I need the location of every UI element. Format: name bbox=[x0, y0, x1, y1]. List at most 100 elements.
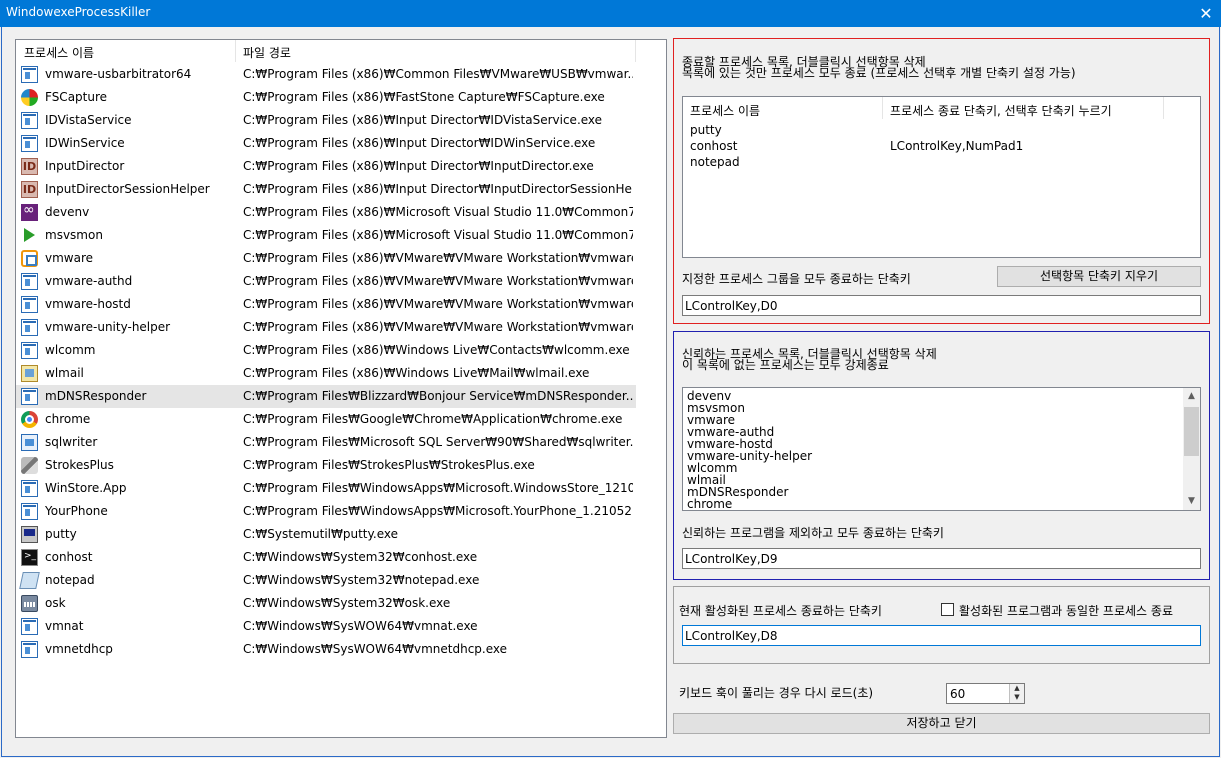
scroll-up-icon[interactable]: ▲ bbox=[1183, 388, 1200, 405]
table-row[interactable]: IDVistaService C:₩Program Files (x86)₩Inp… bbox=[16, 109, 636, 132]
process-name: vmware bbox=[45, 251, 94, 265]
table-row[interactable]: vmware-usbarbitrator64 C:₩Program Files (… bbox=[16, 63, 636, 86]
table-row[interactable]: sqlwriter C:₩Program Files₩Microsoft SQL … bbox=[16, 431, 636, 454]
process-name: vmware-unity-helper bbox=[45, 320, 171, 334]
trusted-process-list[interactable]: devenv msvsmon vmware vmware-authd vmware-ho… bbox=[682, 387, 1201, 511]
table-row[interactable]: ID InputDirectorSessionHelper C:₩Program F… bbox=[16, 178, 636, 201]
table-row[interactable]: mDNSResponder C:₩Program Files₩Blizzard₩B… bbox=[16, 385, 636, 408]
column-header-process-name[interactable]: 프로세스 이름 bbox=[690, 102, 760, 119]
table-row[interactable]: vmnetdhcp C:₩Windows₩SysWOW64₩vmnetdhcp.e… bbox=[16, 638, 636, 661]
process-name: wlmail bbox=[45, 366, 84, 380]
process-path: C:₩Windows₩System32₩notepad.exe bbox=[243, 573, 480, 587]
clear-hotkey-button[interactable]: 선택항목 단축키 지우기 bbox=[997, 266, 1201, 287]
spin-down-icon[interactable]: ▼ bbox=[1010, 693, 1024, 702]
kill-process-list[interactable]: 프로세스 이름 프로세스 종료 단축키, 선택후 단축키 누르기 putty c… bbox=[682, 96, 1201, 258]
process-name: conhost bbox=[45, 550, 93, 564]
window-app-icon bbox=[21, 618, 38, 635]
column-divider[interactable] bbox=[235, 40, 236, 62]
table-row[interactable]: notepad C:₩Windows₩System32₩notepad.exe bbox=[16, 569, 636, 592]
spinner-arrows[interactable]: ▲ ▼ bbox=[1009, 684, 1024, 703]
table-row[interactable]: vmware-unity-helper C:₩Program Files (x86… bbox=[16, 316, 636, 339]
title-bar: WindowexeProcessKiller ✕ bbox=[0, 0, 1221, 27]
list-item[interactable]: putty bbox=[690, 123, 722, 139]
console-icon: >_ bbox=[21, 549, 38, 566]
reload-interval-value[interactable]: 60 bbox=[950, 687, 965, 701]
table-row[interactable]: devenv C:₩Program Files (x86)₩Microsoft V… bbox=[16, 201, 636, 224]
close-icon[interactable]: ✕ bbox=[1191, 0, 1221, 27]
process-list[interactable]: 프로세스 이름 파일 경로 vmware-usbarbitrator64 C:₩P… bbox=[15, 39, 667, 738]
table-row[interactable]: ID InputDirector C:₩Program Files (x86)₩In… bbox=[16, 155, 636, 178]
process-path: C:₩Program Files (x86)₩Input Director₩In… bbox=[243, 182, 633, 196]
chrome-icon bbox=[21, 411, 38, 428]
fscapture-icon bbox=[21, 89, 38, 106]
trusted-hotkey-input[interactable]: LControlKey,D9 bbox=[682, 548, 1201, 569]
column-divider[interactable] bbox=[1163, 97, 1164, 119]
window-app-icon bbox=[21, 296, 38, 313]
scroll-thumb[interactable] bbox=[1184, 407, 1199, 456]
strokesplus-icon bbox=[21, 457, 38, 474]
table-row[interactable]: putty C:₩Systemutil₩putty.exe bbox=[16, 523, 636, 546]
putty-icon bbox=[21, 526, 38, 543]
table-row[interactable]: IDWinService C:₩Program Files (x86)₩Input… bbox=[16, 132, 636, 155]
process-path: C:₩Program Files (x86)₩VMware₩VMware Wor… bbox=[243, 274, 633, 288]
active-process-group: 현재 활성화된 프로세스 종료하는 단축키 활성화된 프로그램과 동일한 프로세… bbox=[673, 586, 1210, 664]
process-name: InputDirector bbox=[45, 159, 125, 173]
process-path: C:₩Program Files (x86)₩Input Director₩In… bbox=[243, 159, 594, 173]
table-row[interactable]: vmware-authd C:₩Program Files (x86)₩VMwar… bbox=[16, 270, 636, 293]
column-header-process-name[interactable]: 프로세스 이름 bbox=[24, 44, 94, 61]
process-path: C:₩Program Files₩WindowsApps₩Microsoft.Y… bbox=[243, 504, 633, 518]
process-path: C:₩Program Files (x86)₩FastStone Capture… bbox=[243, 90, 605, 104]
window-app-icon bbox=[21, 480, 38, 497]
group-hotkey-input[interactable]: LControlKey,D0 bbox=[682, 295, 1201, 316]
table-row[interactable]: vmware C:₩Program Files (x86)₩VMware₩VMwa… bbox=[16, 247, 636, 270]
process-name: sqlwriter bbox=[45, 435, 98, 449]
window-app-icon bbox=[21, 135, 38, 152]
active-hotkey-label: 현재 활성화된 프로세스 종료하는 단축키 bbox=[679, 604, 882, 618]
scroll-down-icon[interactable]: ▼ bbox=[1183, 493, 1200, 510]
save-and-close-button[interactable]: 저장하고 닫기 bbox=[673, 713, 1210, 734]
table-row[interactable]: chrome C:₩Program Files₩Google₩Chrome₩App… bbox=[16, 408, 636, 431]
vmware-icon bbox=[21, 250, 38, 267]
column-divider[interactable] bbox=[635, 40, 636, 62]
list-item[interactable]: conhost LControlKey,NumPad1 bbox=[690, 139, 1023, 155]
spin-up-icon[interactable]: ▲ bbox=[1010, 684, 1024, 693]
table-row[interactable]: >_ conhost C:₩Windows₩System32₩conhost.exe bbox=[16, 546, 636, 569]
column-divider[interactable] bbox=[882, 97, 883, 119]
table-row[interactable]: WinStore.App C:₩Program Files₩WindowsApps… bbox=[16, 477, 636, 500]
table-row[interactable]: StrokesPlus C:₩Program Files₩StrokesPlus₩… bbox=[16, 454, 636, 477]
process-name: StrokesPlus bbox=[45, 458, 114, 472]
column-header-hotkey[interactable]: 프로세스 종료 단축키, 선택후 단축키 누르기 bbox=[890, 102, 1112, 119]
process-name: InputDirectorSessionHelper bbox=[45, 182, 210, 196]
process-name: devenv bbox=[45, 205, 90, 219]
window-app-icon bbox=[21, 342, 38, 359]
list-item[interactable]: notepad bbox=[690, 155, 740, 171]
same-process-checkbox-label[interactable]: 활성화된 프로그램과 동일한 프로세스 종료 bbox=[959, 602, 1173, 619]
list-item[interactable]: chrome bbox=[687, 498, 732, 510]
process-path: C:₩Program Files (x86)₩Common Files₩VMwa… bbox=[243, 67, 633, 81]
scrollbar[interactable]: ▲ ▼ bbox=[1183, 388, 1200, 510]
process-name: FSCapture bbox=[45, 90, 108, 104]
column-header-file-path[interactable]: 파일 경로 bbox=[243, 44, 291, 61]
window-app-icon bbox=[21, 273, 38, 290]
process-name: vmware-authd bbox=[45, 274, 133, 288]
process-path: C:₩Windows₩System32₩conhost.exe bbox=[243, 550, 478, 564]
active-hotkey-input[interactable]: LControlKey,D8 bbox=[682, 625, 1201, 646]
process-name: vmnat bbox=[45, 619, 84, 633]
process-name: vmnetdhcp bbox=[45, 642, 113, 656]
table-row[interactable]: YourPhone C:₩Program Files₩WindowsApps₩Mi… bbox=[16, 500, 636, 523]
reload-interval-label: 키보드 훅이 풀리는 경우 다시 로드(초) bbox=[679, 686, 874, 700]
table-row[interactable]: wlcomm C:₩Program Files (x86)₩Windows Liv… bbox=[16, 339, 636, 362]
process-name: IDVistaService bbox=[45, 113, 132, 127]
table-row[interactable]: FSCapture C:₩Program Files (x86)₩FastSton… bbox=[16, 86, 636, 109]
table-row[interactable]: osk C:₩Windows₩System32₩osk.exe bbox=[16, 592, 636, 615]
table-row[interactable]: vmnat C:₩Windows₩SysWOW64₩vmnat.exe bbox=[16, 615, 636, 638]
process-name: vmware-usbarbitrator64 bbox=[45, 67, 192, 81]
process-list-header: 프로세스 이름 파일 경로 bbox=[16, 40, 636, 62]
table-row[interactable]: msvsmon C:₩Program Files (x86)₩Microsoft … bbox=[16, 224, 636, 247]
reload-interval-spinner[interactable]: 60 ▲ ▼ bbox=[946, 683, 1025, 704]
process-name: wlcomm bbox=[45, 343, 96, 357]
keyboard-icon bbox=[21, 595, 38, 612]
same-process-checkbox[interactable] bbox=[941, 603, 954, 616]
table-row[interactable]: wlmail C:₩Program Files (x86)₩Windows Liv… bbox=[16, 362, 636, 385]
table-row[interactable]: vmware-hostd C:₩Program Files (x86)₩VMwar… bbox=[16, 293, 636, 316]
